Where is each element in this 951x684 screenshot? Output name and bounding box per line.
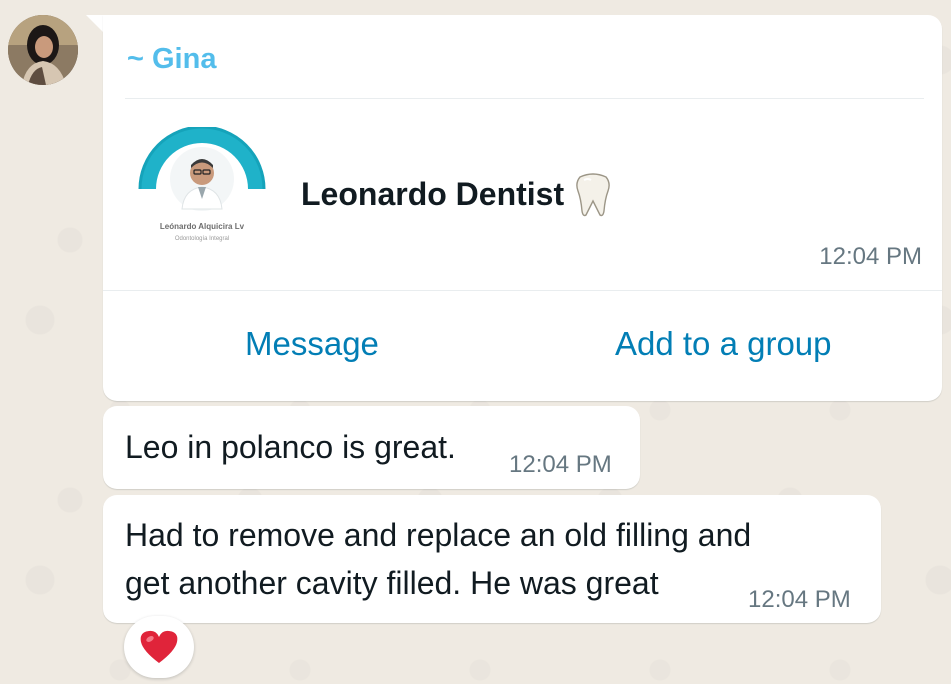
- tooth-icon: [576, 173, 610, 217]
- reaction-badge[interactable]: [124, 616, 194, 678]
- contact-name-text: Leonardo Dentist: [301, 175, 565, 212]
- add-to-group-button[interactable]: Add to a group: [615, 325, 832, 363]
- sender-avatar[interactable]: [8, 15, 78, 85]
- divider: [125, 98, 924, 99]
- message-bubble[interactable]: Had to remove and replace an old filling…: [103, 495, 881, 623]
- contact-card-time: 12:04 PM: [819, 243, 922, 270]
- profile-photo-icon: [8, 15, 78, 85]
- contact-photo[interactable]: Leónardo Alquicira Lv Odontología Integr…: [138, 127, 266, 255]
- message-time: 12:04 PM: [509, 451, 612, 478]
- message-bubble[interactable]: Leo in polanco is great. 12:04 PM: [103, 406, 640, 489]
- actions-divider: [103, 290, 942, 291]
- photo-subcaption: Odontología Integral: [175, 236, 229, 242]
- message-time: 12:04 PM: [748, 586, 851, 613]
- message-text-line1: Had to remove and replace an old filling…: [125, 517, 752, 553]
- heart-icon: [140, 630, 178, 663]
- sender-name[interactable]: ~ Gina: [127, 43, 216, 76]
- message-button[interactable]: Message: [245, 325, 379, 363]
- photo-caption: Leónardo Alquicira Lv: [160, 222, 245, 231]
- message-text: Leo in polanco is great.: [125, 429, 456, 465]
- bubble-tail: [86, 15, 104, 33]
- contact-name[interactable]: Leonardo Dentist: [301, 171, 612, 217]
- message-text-line2: get another cavity filled. He was great: [125, 565, 659, 601]
- contact-card-bubble[interactable]: ~ Gina Leónardo Alquicira Lv Odontología…: [103, 15, 942, 401]
